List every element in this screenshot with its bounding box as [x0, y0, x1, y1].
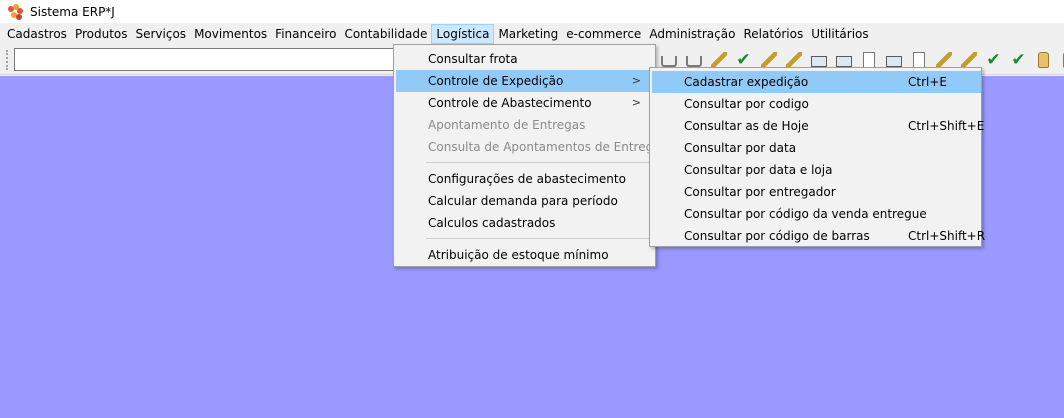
edit-icon: [785, 52, 802, 68]
screen-icon: [835, 55, 852, 67]
expedicao-submenu: Cadastrar expedição Ctrl+E Consultar por…: [649, 67, 985, 247]
toolbar-button[interactable]: ✔: [981, 49, 1006, 71]
gift-icon: [935, 52, 952, 68]
menuitem-label: Consulta de Apontamentos de Entregas: [428, 140, 667, 154]
screen-icon: [810, 55, 827, 67]
menu-marketing[interactable]: Marketing: [494, 24, 562, 44]
menuitem-calcular-demanda[interactable]: Calcular demanda para período: [396, 190, 653, 212]
menuitem-consulta-apontamentos: Consulta de Apontamentos de Entregas: [396, 136, 667, 158]
calendar-icon: [862, 52, 875, 68]
menuitem-label: Consultar por entregador: [684, 185, 836, 199]
check-icon: ✔: [736, 50, 751, 70]
title-bar: Sistema ERP*J: [0, 0, 1064, 23]
check-icon: ✔: [1011, 50, 1026, 70]
window-title: Sistema ERP*J: [30, 4, 115, 19]
edit-icon: [760, 52, 777, 68]
menu-contabilidade[interactable]: Contabilidade: [340, 24, 431, 44]
menuitem-label: Calculos cadastrados: [428, 216, 556, 230]
menuitem-cadastrar-expedicao[interactable]: Cadastrar expedição Ctrl+E: [652, 71, 981, 93]
menu-bar: Cadastros Produtos Serviços Movimentos F…: [0, 23, 1064, 45]
menuitem-label: Consultar por código da venda entregue: [684, 207, 927, 221]
menuitem-calculos-cadastrados[interactable]: Calculos cadastrados: [396, 212, 653, 234]
toolbar-button[interactable]: [1056, 49, 1064, 71]
menuitem-label: Consultar por código de barras: [684, 229, 870, 243]
menuitem-consultar-codigo[interactable]: Consultar por codigo: [652, 93, 981, 115]
menu-produtos[interactable]: Produtos: [71, 24, 132, 44]
submenu-arrow-icon: >: [631, 74, 641, 87]
menuitem-controle-abastecimento[interactable]: Controle de Abastecimento >: [396, 92, 653, 114]
menuitem-consultar-entregador[interactable]: Consultar por entregador: [652, 181, 981, 203]
menuitem-shortcut: Ctrl+Shift+E: [908, 119, 985, 133]
toolbar-grip[interactable]: [6, 50, 10, 70]
menu-relatorios[interactable]: Relatórios: [739, 24, 807, 44]
check-icon: ✔: [986, 50, 1001, 70]
menuitem-label: Controle de Abastecimento: [428, 96, 592, 110]
bottle-icon: [1038, 52, 1049, 68]
menuitem-label: Atribuição de estoque mínimo: [428, 248, 609, 262]
menu-administracao[interactable]: Administração: [645, 24, 739, 44]
menuitem-configuracoes-abastecimento[interactable]: Configurações de abastecimento: [396, 168, 653, 190]
menuitem-label: Consultar por data: [684, 141, 797, 155]
menuitem-label: Consultar por codigo: [684, 97, 809, 111]
app-logo-icon: [8, 3, 24, 20]
menu-separator: [426, 238, 650, 239]
menuitem-controle-expedicao[interactable]: Controle de Expedição >: [396, 70, 653, 92]
menu-logistica[interactable]: Logística: [431, 24, 495, 44]
menuitem-label: Consultar frota: [428, 52, 518, 66]
cart-icon: [685, 56, 702, 67]
edit-icon: [710, 52, 727, 68]
menuitem-consultar-data-loja[interactable]: Consultar por data e loja: [652, 159, 981, 181]
menu-ecommerce[interactable]: e-commerce: [562, 24, 645, 44]
menu-servicos[interactable]: Serviços: [132, 24, 191, 44]
logistica-menu: Consultar frota Controle de Expedição > …: [393, 44, 667, 267]
menu-utilitarios[interactable]: Utilitários: [807, 24, 872, 44]
menuitem-shortcut: Ctrl+Shift+R: [908, 229, 986, 243]
submenu-arrow-icon: >: [631, 96, 641, 109]
lock-icon: [912, 52, 925, 68]
menuitem-label: Cadastrar expedição: [684, 75, 809, 89]
menu-separator: [426, 162, 650, 163]
menuitem-atribuicao-estoque[interactable]: Atribuição de estoque mínimo: [396, 244, 653, 266]
menuitem-label: Controle de Expedição: [428, 74, 564, 88]
menuitem-label: Apontamento de Entregas: [428, 118, 586, 132]
menuitem-consultar-frota[interactable]: Consultar frota: [396, 48, 653, 70]
menuitem-consultar-codigo-venda[interactable]: Consultar por código da venda entregue: [652, 203, 981, 225]
menuitem-consultar-codigo-barras[interactable]: Consultar por código de barras Ctrl+Shif…: [652, 225, 985, 247]
menu-cadastros[interactable]: Cadastros: [3, 24, 71, 44]
screen-icon: [885, 55, 902, 67]
menuitem-consultar-data[interactable]: Consultar por data: [652, 137, 981, 159]
menuitem-label: Consultar por data e loja: [684, 163, 833, 177]
menuitem-label: Consultar as de Hoje: [684, 119, 809, 133]
gift-icon: [960, 52, 977, 68]
toolbar-button[interactable]: [1031, 49, 1056, 71]
menuitem-consultar-hoje[interactable]: Consultar as de Hoje Ctrl+Shift+E: [652, 115, 985, 137]
menuitem-label: Configurações de abastecimento: [428, 172, 626, 186]
cart-icon: [660, 56, 677, 67]
menu-movimentos[interactable]: Movimentos: [190, 24, 271, 44]
menu-financeiro[interactable]: Financeiro: [271, 24, 340, 44]
menuitem-apontamento-entregas: Apontamento de Entregas: [396, 114, 653, 136]
menuitem-shortcut: Ctrl+E: [908, 75, 947, 89]
menuitem-label: Calcular demanda para período: [428, 194, 618, 208]
toolbar-button[interactable]: ✔: [1006, 49, 1031, 71]
